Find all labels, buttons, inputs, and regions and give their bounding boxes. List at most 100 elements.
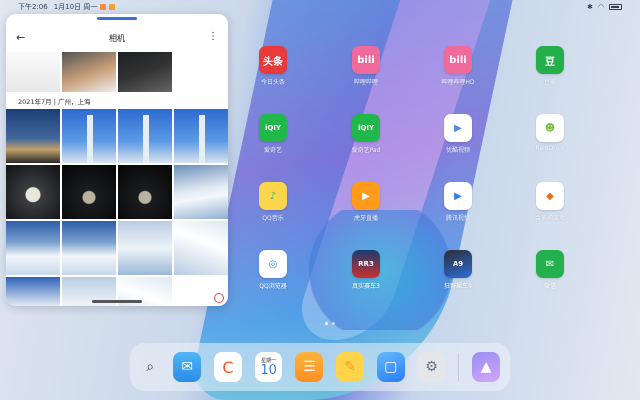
app-qq-music[interactable]: ♪ QQ音乐	[242, 182, 304, 222]
app-label: 虎牙直播	[353, 215, 378, 222]
calendar-icon[interactable]: 星期一 10	[254, 352, 283, 382]
app-label: 哔哩哔哩HD	[441, 79, 475, 86]
app-bilibili-hd[interactable]: bili 哔哩哔哩HD	[427, 46, 489, 86]
qq-browser-icon: ◎	[259, 250, 287, 278]
photo-thumbnail[interactable]	[6, 109, 60, 163]
bilibili-icon: bili	[352, 46, 380, 74]
page-dot	[332, 322, 335, 325]
app-label: 爱奇艺	[263, 147, 282, 154]
app-toutiao[interactable]: 头条 今日头条	[242, 46, 304, 86]
iqiyi-icon: iQIY	[259, 114, 287, 142]
settings-icon[interactable]: ⚙	[417, 352, 446, 382]
status-date: 1月10日 周一	[53, 3, 98, 11]
app-label: 爱奇艺Pad	[351, 147, 381, 154]
floating-window-gallery[interactable]: ← 相机 ⋮ 2021年7月 | 广州，上海	[6, 14, 228, 306]
back-arrow-icon[interactable]: ←	[16, 31, 25, 44]
app-huya[interactable]: ▶ 虎牙直播	[335, 182, 397, 222]
app-label: 豆瓣	[543, 79, 556, 86]
photo-thumbnail[interactable]	[62, 109, 116, 163]
app-raiddroid[interactable]: ☻ RaidDroid	[519, 114, 581, 152]
app-label: 今日头条	[260, 79, 285, 86]
app-game[interactable]: ◆ 会员购游戏	[519, 182, 581, 222]
app-asphalt-9[interactable]: A9 狂野飙车9	[427, 250, 489, 290]
app-label: 狂野飙车9	[444, 283, 472, 290]
douban-icon: 豆	[536, 46, 564, 74]
notification-icon	[100, 4, 107, 10]
iqiyi-pad-icon: iQIY	[352, 114, 380, 142]
photo-thumbnail[interactable]	[6, 165, 60, 219]
toutiao-icon: 头条	[259, 46, 287, 74]
racing-game-icon: RR3	[352, 250, 380, 278]
photo-thumbnail[interactable]	[174, 165, 228, 219]
app-youku[interactable]: ▶ 优酷视频	[427, 114, 489, 154]
app-label: 优酷视频	[445, 147, 470, 154]
app-label: 腾讯视频	[445, 215, 470, 222]
calendar-day: 10	[260, 363, 277, 378]
huya-icon: ▶	[352, 182, 380, 210]
photo-thumbnail	[174, 52, 228, 92]
app-douban[interactable]: 豆 豆瓣	[519, 46, 581, 86]
app-iqiyi[interactable]: iQIY 爱奇艺	[242, 114, 304, 154]
wifi-icon: ◠	[597, 3, 604, 11]
browser-icon[interactable]: C	[214, 352, 242, 382]
app-label: RaidDroid	[535, 145, 565, 152]
asphalt-game-icon: A9	[444, 250, 472, 278]
youku-icon: ▶	[444, 114, 472, 142]
app-label: QQ音乐	[262, 215, 284, 222]
window-header: ← 相机 ⋮	[6, 26, 228, 50]
section-date-label: 2021年7月 | 广州，上海	[18, 98, 91, 106]
app-label: 微信	[543, 283, 556, 290]
mail-icon[interactable]: ✉	[173, 352, 202, 382]
stickies-icon[interactable]: ▢	[376, 352, 405, 382]
notes-list-icon[interactable]: ☰	[295, 352, 324, 382]
pen-notes-icon[interactable]: ✎	[336, 352, 364, 382]
photo-thumbnail[interactable]	[118, 109, 172, 163]
photo-thumbnail[interactable]	[6, 277, 60, 306]
photo-grid	[6, 109, 228, 306]
window-drag-handle[interactable]	[97, 17, 137, 20]
notification-icon	[109, 4, 116, 10]
game-icon: ◆	[536, 182, 564, 210]
app-tencent-video[interactable]: ▶ 腾讯视频	[427, 182, 489, 222]
wechat-icon: ✉	[536, 250, 564, 278]
page-dot	[325, 322, 328, 325]
photo-thumbnail[interactable]	[174, 221, 228, 275]
app-iqiyi-pad[interactable]: iQIY 爱奇艺Pad	[335, 114, 397, 154]
photo-thumbnail[interactable]	[118, 52, 172, 92]
status-time: 下午2:06	[18, 3, 48, 11]
photo-thumbnail[interactable]	[6, 52, 60, 92]
app-label: 真实赛车3	[352, 283, 380, 290]
gallery-icon[interactable]: ▲	[472, 352, 500, 382]
more-options-icon[interactable]: ⋮	[208, 31, 218, 42]
tencent-video-icon: ▶	[444, 182, 472, 210]
photo-thumbnail[interactable]	[62, 221, 116, 275]
photo-thumbnail[interactable]	[118, 165, 172, 219]
photo-thumbnail[interactable]	[6, 221, 60, 275]
search-icon[interactable]: ⌕	[140, 352, 160, 382]
app-label: QQ浏览器	[259, 283, 287, 290]
bluetooth-icon: ✱	[587, 3, 593, 11]
app-bilibili[interactable]: bili 哔哩哔哩	[335, 46, 397, 86]
photo-thumbnail[interactable]	[174, 109, 228, 163]
dock: ⌕ ✉ C 星期一 10 ☰ ✎ ▢ ⚙ ▲	[130, 343, 510, 391]
page-indicator	[325, 322, 335, 325]
window-resize-handle[interactable]	[214, 293, 224, 303]
app-wechat[interactable]: ✉ 微信	[519, 250, 581, 290]
app-label: 哔哩哔哩	[353, 79, 378, 86]
android-icon: ☻	[536, 114, 564, 142]
photo-thumbnail[interactable]	[62, 165, 116, 219]
status-bar: 下午2:06 1月10日 周一 ✱ ◠	[0, 0, 640, 14]
app-label: 会员购游戏	[534, 215, 565, 222]
bilibili-hd-icon: bili	[444, 46, 472, 74]
photo-thumbnail[interactable]	[118, 221, 172, 275]
window-bottom-bar[interactable]	[92, 300, 142, 303]
photo-thumbnail[interactable]	[62, 52, 116, 92]
dock-separator	[458, 353, 460, 381]
app-real-racing-3[interactable]: RR3 真实赛车3	[335, 250, 397, 290]
window-title: 相机	[109, 33, 125, 43]
app-qq-browser[interactable]: ◎ QQ浏览器	[242, 250, 304, 290]
qq-music-icon: ♪	[259, 182, 287, 210]
status-icons: ✱ ◠	[587, 3, 622, 11]
photo-row-top	[6, 52, 228, 92]
battery-icon	[609, 4, 622, 10]
